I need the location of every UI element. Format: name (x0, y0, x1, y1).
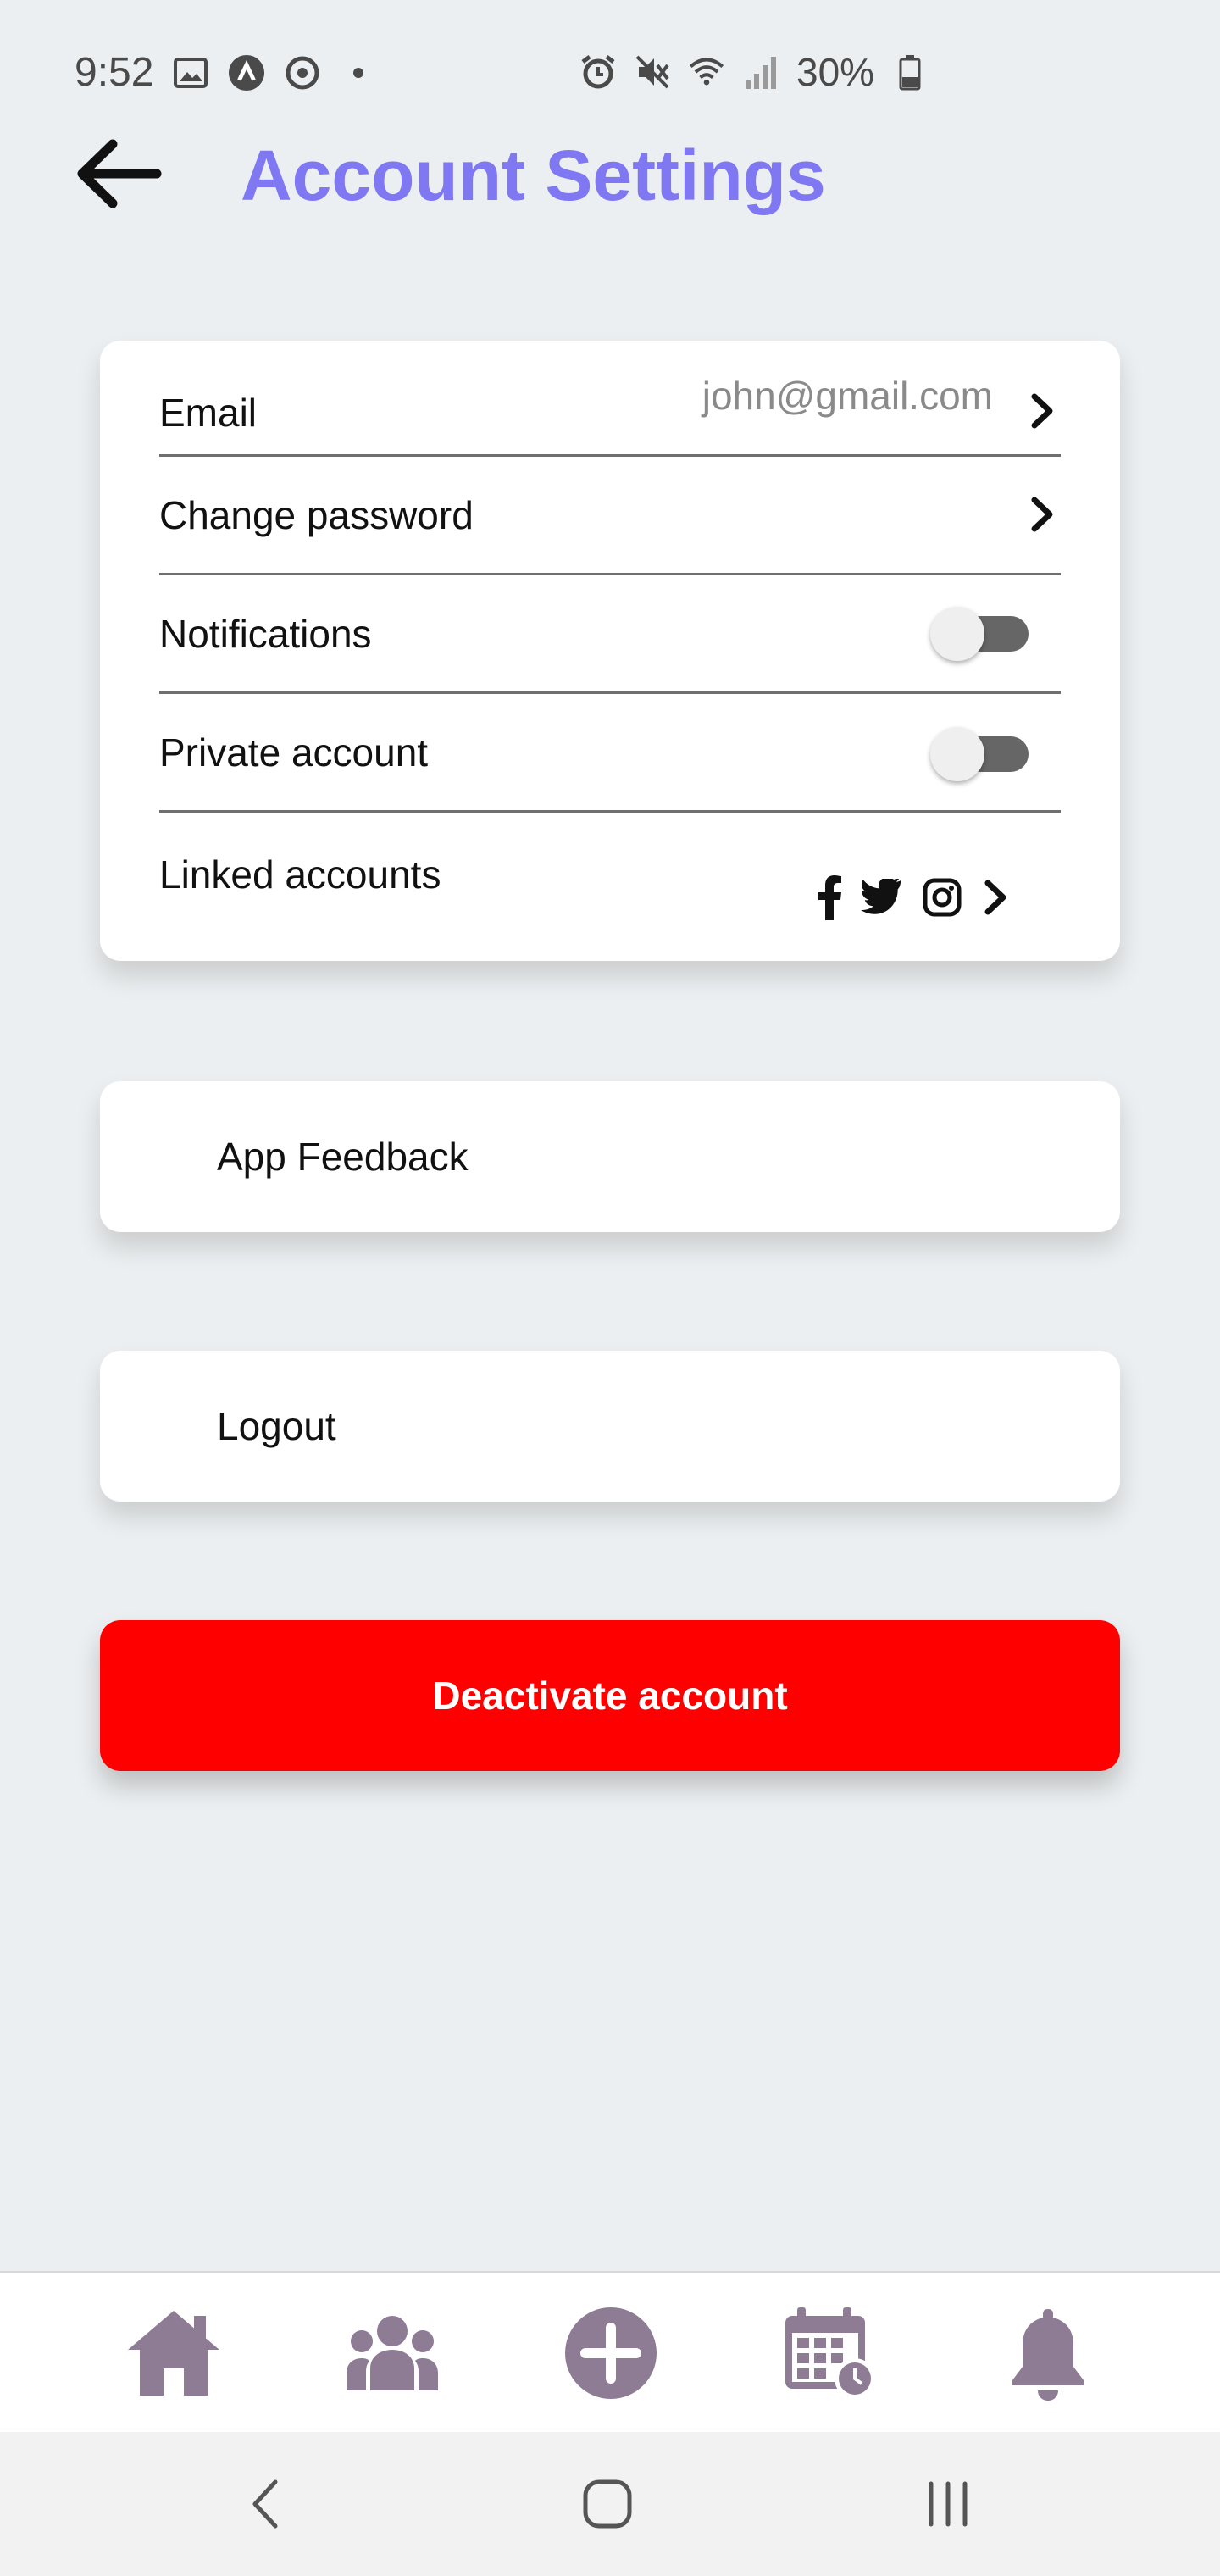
chevron-right-icon[interactable] (1025, 493, 1059, 536)
notifications-label: Notifications (159, 612, 372, 656)
system-navigation (0, 2432, 1220, 2576)
chevron-right-icon[interactable] (1025, 390, 1059, 432)
nav-groups[interactable] (337, 2298, 447, 2408)
status-bar: 9:52 30% (0, 0, 1220, 136)
recents-icon (929, 2481, 968, 2527)
home-icon (128, 2311, 219, 2396)
bell-icon (1012, 2309, 1084, 2401)
page-title: Account Settings (241, 136, 826, 215)
nav-notifications[interactable] (993, 2298, 1103, 2408)
signal-icon (742, 53, 779, 91)
linked-accounts-icons (817, 874, 1010, 924)
alarm-icon (580, 53, 617, 91)
facebook-icon[interactable] (817, 874, 842, 924)
nav-add[interactable] (556, 2298, 666, 2408)
notifications-row: Notifications (159, 578, 1061, 690)
system-back-button[interactable] (219, 2466, 312, 2542)
private-account-label: Private account (159, 730, 429, 774)
app-a-icon (228, 54, 265, 92)
email-label: Email (159, 391, 258, 435)
home-circle-icon (583, 2479, 632, 2529)
linked-accounts-label: Linked accounts (159, 852, 441, 897)
twitter-icon[interactable] (861, 877, 903, 920)
private-account-toggle[interactable] (930, 727, 1029, 781)
dot-icon (340, 54, 377, 92)
deactivate-label: Deactivate account (432, 1674, 788, 1718)
divider (159, 573, 1061, 575)
calendar-icon (785, 2307, 875, 2399)
divider (159, 691, 1061, 694)
back-icon (252, 2479, 278, 2529)
battery-icon (891, 53, 929, 91)
chevron-right-icon[interactable] (981, 878, 1010, 921)
account-settings-screen: 9:52 30% Account Settings Email john@gma… (0, 0, 1220, 2576)
toggle-knob (930, 727, 984, 781)
bottom-navigation (0, 2271, 1220, 2432)
group-icon (347, 2316, 438, 2390)
status-time: 9:52 (75, 50, 154, 95)
settings-card: Email john@gmail.com Change password Not… (100, 341, 1120, 961)
change-password-label: Change password (159, 493, 474, 537)
status-left: 9:52 (75, 49, 377, 96)
add-icon (565, 2307, 657, 2399)
email-value: john@gmail.com (702, 374, 993, 418)
divider (159, 810, 1061, 813)
logout-button[interactable]: Logout (100, 1351, 1120, 1502)
change-password-row[interactable]: Change password (159, 459, 1061, 571)
status-right: 30% (580, 49, 929, 95)
battery-text: 30% (796, 50, 875, 94)
sync-icon (284, 54, 321, 92)
instagram-icon[interactable] (922, 877, 962, 922)
nav-home[interactable] (119, 2298, 229, 2408)
app-feedback-button[interactable]: App Feedback (100, 1081, 1120, 1232)
app-feedback-label: App Feedback (217, 1135, 469, 1179)
logout-label: Logout (217, 1404, 336, 1448)
mute-icon (634, 53, 671, 91)
toggle-knob (930, 607, 984, 661)
back-button[interactable] (68, 127, 169, 220)
system-recents-button[interactable] (901, 2466, 995, 2542)
arrow-left-icon (77, 139, 162, 208)
notifications-toggle[interactable] (930, 607, 1029, 661)
nav-calendar[interactable] (774, 2298, 884, 2408)
divider (159, 454, 1061, 457)
system-home-button[interactable] (561, 2466, 654, 2542)
private-account-row: Private account (159, 697, 1061, 808)
image-icon (172, 54, 209, 92)
deactivate-account-button[interactable]: Deactivate account (100, 1620, 1120, 1771)
wifi-icon (688, 53, 725, 91)
